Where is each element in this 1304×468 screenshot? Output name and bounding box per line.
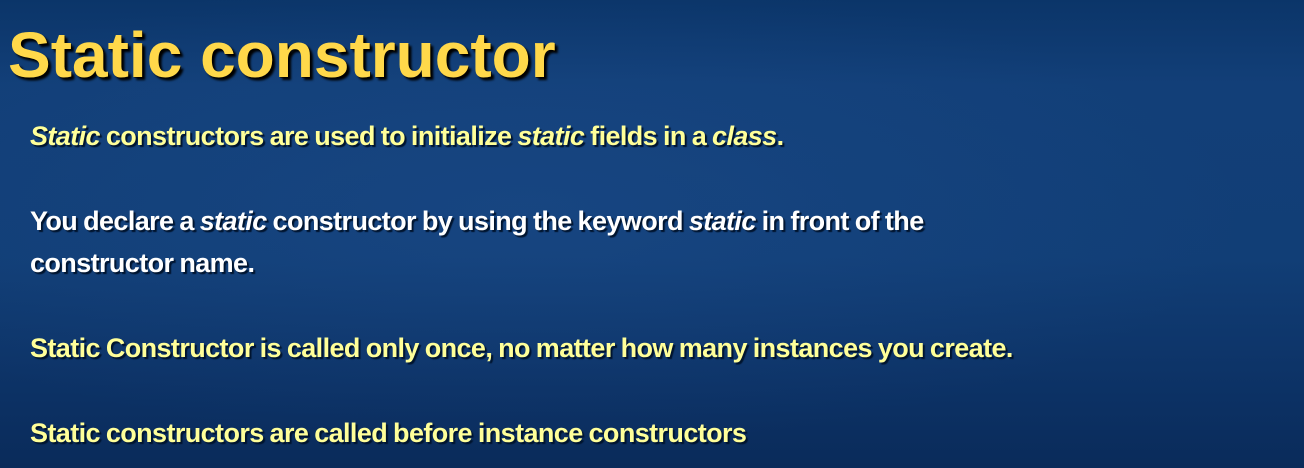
text-segment: constructor by using the keyword	[266, 206, 689, 236]
keyword-static: static	[688, 206, 757, 236]
text-line: constructor name.	[30, 248, 255, 278]
bullet-called-only-once: Static Constructor is called only once, …	[30, 333, 1013, 363]
keyword-static: static	[517, 121, 585, 151]
bullet-static-constructors-initialize: Static constructors are used to initiali…	[30, 115, 784, 157]
keyword-class: class	[712, 121, 777, 151]
keyword-static: Static	[30, 121, 101, 151]
text-segment: constructors are used to initialize	[99, 121, 518, 151]
text-line: You declare a static constructor by usin…	[30, 200, 924, 242]
text-segment: fields in a	[584, 121, 713, 151]
slide: Static constructor Static constructors a…	[0, 0, 1304, 468]
bullet-called-before-instance: Static constructors are called before in…	[30, 418, 747, 448]
text-segment: You declare a	[30, 206, 200, 236]
text-segment: in front of the	[755, 206, 925, 236]
keyword-static: static	[199, 206, 268, 236]
bullet-declare-static-constructor: You declare a static constructor by usin…	[30, 200, 924, 284]
text-segment: .	[776, 121, 784, 151]
slide-title: Static constructor	[8, 19, 556, 91]
